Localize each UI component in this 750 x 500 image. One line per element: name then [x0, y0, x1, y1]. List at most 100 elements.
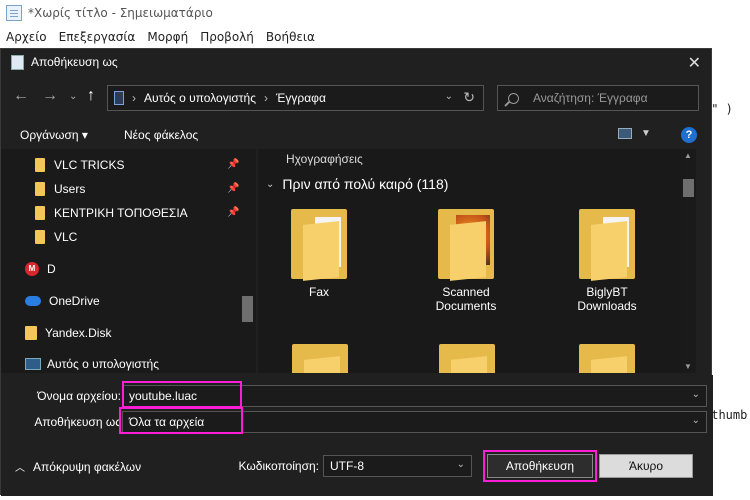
address-bar[interactable]: › Αυτός ο υπολογιστής › Έγγραφα ⌄ ↻ — [107, 85, 484, 111]
dialog-titlebar: Αποθήκευση ως ✕ — [1, 49, 711, 75]
folder-icon — [291, 209, 347, 281]
folder-item-scanned-documents[interactable]: Scanned Documents — [421, 209, 511, 313]
chevron-down-icon: ⌄ — [266, 178, 275, 190]
save-as-dialog: Αποθήκευση ως ✕ ← → ⌄ ↑ › Αυτός ο υπολογ… — [0, 48, 713, 496]
up-arrow-icon[interactable]: ↑ — [87, 87, 95, 105]
folder-icon[interactable] — [292, 344, 348, 373]
nav-item-label: Αυτός ο υπολογιστής — [47, 357, 159, 371]
folder-icon — [25, 326, 37, 340]
pin-icon: 📌 — [227, 183, 240, 194]
breadcrumb-chevron-icon: › — [132, 91, 136, 105]
close-icon[interactable]: ✕ — [688, 53, 701, 73]
computer-icon — [25, 358, 41, 370]
refresh-icon[interactable]: ↻ — [463, 89, 475, 106]
navigation-bar: ← → ⌄ ↑ › Αυτός ο υπολογιστής › Έγγραφα … — [1, 83, 713, 113]
chevron-down-icon[interactable]: ⌄ — [692, 415, 700, 426]
filename-label: Όνομα αρχείου: — [37, 389, 121, 403]
nav-item-vlc-tricks[interactable]: VLC TRICKS — [35, 155, 124, 175]
chevron-up-icon: ︿ — [15, 463, 25, 474]
recent-locations-chevron-icon[interactable]: ⌄ — [69, 91, 77, 102]
menu-format[interactable]: Μορφή — [141, 28, 194, 48]
group-label: Πριν από πολύ καιρό (118) — [282, 176, 449, 192]
nav-item-onedrive[interactable]: OneDrive — [25, 291, 100, 311]
folder-icon — [35, 158, 45, 172]
folder-icon — [438, 209, 494, 281]
notepad-icon — [11, 54, 24, 70]
nav-item-users[interactable]: Users — [35, 179, 85, 199]
folder-name: Scanned — [442, 285, 490, 299]
cancel-button[interactable]: Άκυρο — [599, 454, 693, 478]
search-icon — [508, 92, 519, 104]
breadcrumb-chevron-icon: › — [263, 91, 268, 105]
notepad-menubar: Αρχείο Επεξεργασία Μορφή Προβολή Βοήθεια — [0, 28, 750, 48]
filename-value: youtube.luac — [129, 389, 198, 403]
pin-icon: 📌 — [227, 207, 240, 218]
folder-item-fax[interactable]: Fax — [274, 209, 364, 299]
folder-icon[interactable] — [579, 344, 635, 373]
pin-icon: 📌 — [227, 159, 240, 170]
scrollbar-thumb[interactable] — [683, 179, 694, 197]
encoding-select[interactable]: UTF-8 ⌄ — [323, 455, 472, 477]
nav-item-label: ΚΕΝΤΡΙΚΗ ΤΟΠΟΘΕΣΙΑ — [54, 206, 188, 220]
view-options-icon[interactable] — [618, 128, 632, 139]
file-list-scrollbar[interactable]: ▲ ▼ — [681, 149, 696, 373]
organize-button[interactable]: Οργάνωση ▾ — [20, 128, 88, 142]
back-arrow-icon[interactable]: ← — [13, 87, 29, 105]
search-placeholder: Αναζήτηση: Έγγραφα — [533, 91, 648, 105]
folder-icon — [35, 206, 45, 220]
menu-edit[interactable]: Επεξεργασία — [53, 28, 142, 48]
new-folder-button[interactable]: Νέος φάκελος — [124, 128, 198, 142]
nav-item-central-location[interactable]: ΚΕΝΤΡΙΚΗ ΤΟΠΟΘΕΣΙΑ — [35, 203, 188, 223]
breadcrumb-documents[interactable]: Έγγραφα — [276, 91, 326, 105]
nav-item-label: D — [47, 262, 56, 276]
folder-name-line2: Downloads — [577, 299, 637, 313]
scroll-up-icon[interactable]: ▲ — [684, 151, 692, 160]
notepad-icon — [6, 5, 22, 21]
scrollbar-thumb[interactable] — [242, 296, 253, 322]
nav-item-label: Users — [54, 182, 86, 196]
cloud-icon — [25, 296, 41, 306]
file-type-select[interactable]: Όλα τα αρχεία ⌄ — [122, 411, 707, 433]
nav-pane-scrollbar[interactable] — [241, 149, 254, 373]
help-icon[interactable]: ? — [681, 127, 697, 143]
command-bar: Οργάνωση ▾ Νέος φάκελος ▼ ? — [1, 125, 713, 147]
group-header[interactable]: ⌄ Πριν από πολύ καιρό (118) — [266, 176, 448, 192]
navigation-pane: VLC TRICKS 📌 Users 📌 ΚΕΝΤΡΙΚΗ ΤΟΠΟΘΕΣΙΑ … — [1, 149, 256, 373]
nav-item-d-drive[interactable]: M D — [25, 259, 56, 279]
nav-item-vlc[interactable]: VLC — [35, 227, 77, 247]
hide-folders-label: Απόκρυψη φακέλων — [33, 459, 142, 474]
nav-item-this-pc[interactable]: Αυτός ο υπολογιστής — [25, 354, 159, 373]
group-header[interactable]: Ηχογραφήσεις — [286, 152, 363, 166]
scroll-down-icon[interactable]: ▼ — [684, 362, 692, 371]
encoding-label: Κωδικοποίηση: — [238, 459, 319, 473]
filename-input[interactable]: youtube.luac ⌄ — [122, 385, 707, 407]
forward-arrow-icon[interactable]: → — [42, 87, 58, 105]
folder-name: Fax — [308, 285, 329, 299]
file-type-value: Όλα τα αρχεία — [129, 415, 205, 429]
chevron-down-icon[interactable]: ⌄ — [692, 389, 700, 400]
folder-item-biglybt-downloads[interactable]: BiglyBT Downloads — [562, 209, 652, 313]
notepad-titlebar: *Χωρίς τίτλο - Σημειωματάριο — [0, 0, 750, 26]
chevron-down-icon[interactable]: ⌄ — [457, 459, 465, 470]
search-box[interactable]: Αναζήτηση: Έγγραφα — [497, 85, 699, 111]
menu-help[interactable]: Βοήθεια — [260, 28, 321, 48]
save-type-label: Αποθήκευση ως — [34, 415, 121, 429]
dialog-title: Αποθήκευση ως — [31, 55, 118, 69]
save-button[interactable]: Αποθήκευση — [487, 454, 593, 478]
folder-icon[interactable] — [439, 344, 495, 373]
document-location-icon — [114, 91, 124, 105]
nav-item-label: VLC TRICKS — [54, 158, 125, 172]
nav-item-label: VLC — [54, 230, 78, 244]
address-dropdown-icon[interactable]: ⌄ — [445, 91, 453, 102]
folder-icon — [579, 209, 635, 281]
view-dropdown-icon[interactable]: ▼ — [641, 128, 651, 139]
nav-item-yandex-disk[interactable]: Yandex.Disk — [25, 323, 111, 343]
notepad-title: *Χωρίς τίτλο - Σημειωματάριο — [28, 6, 213, 20]
nav-item-label: Yandex.Disk — [45, 326, 112, 340]
breadcrumb-this-pc[interactable]: Αυτός ο υπολογιστής — [144, 91, 256, 105]
menu-file[interactable]: Αρχείο — [0, 28, 53, 48]
menu-view[interactable]: Προβολή — [194, 28, 260, 48]
folder-name-line2: Documents — [435, 299, 497, 313]
nav-item-label: OneDrive — [49, 294, 100, 308]
hide-folders-toggle[interactable]: ︿ Απόκρυψη φακέλων — [15, 459, 142, 475]
